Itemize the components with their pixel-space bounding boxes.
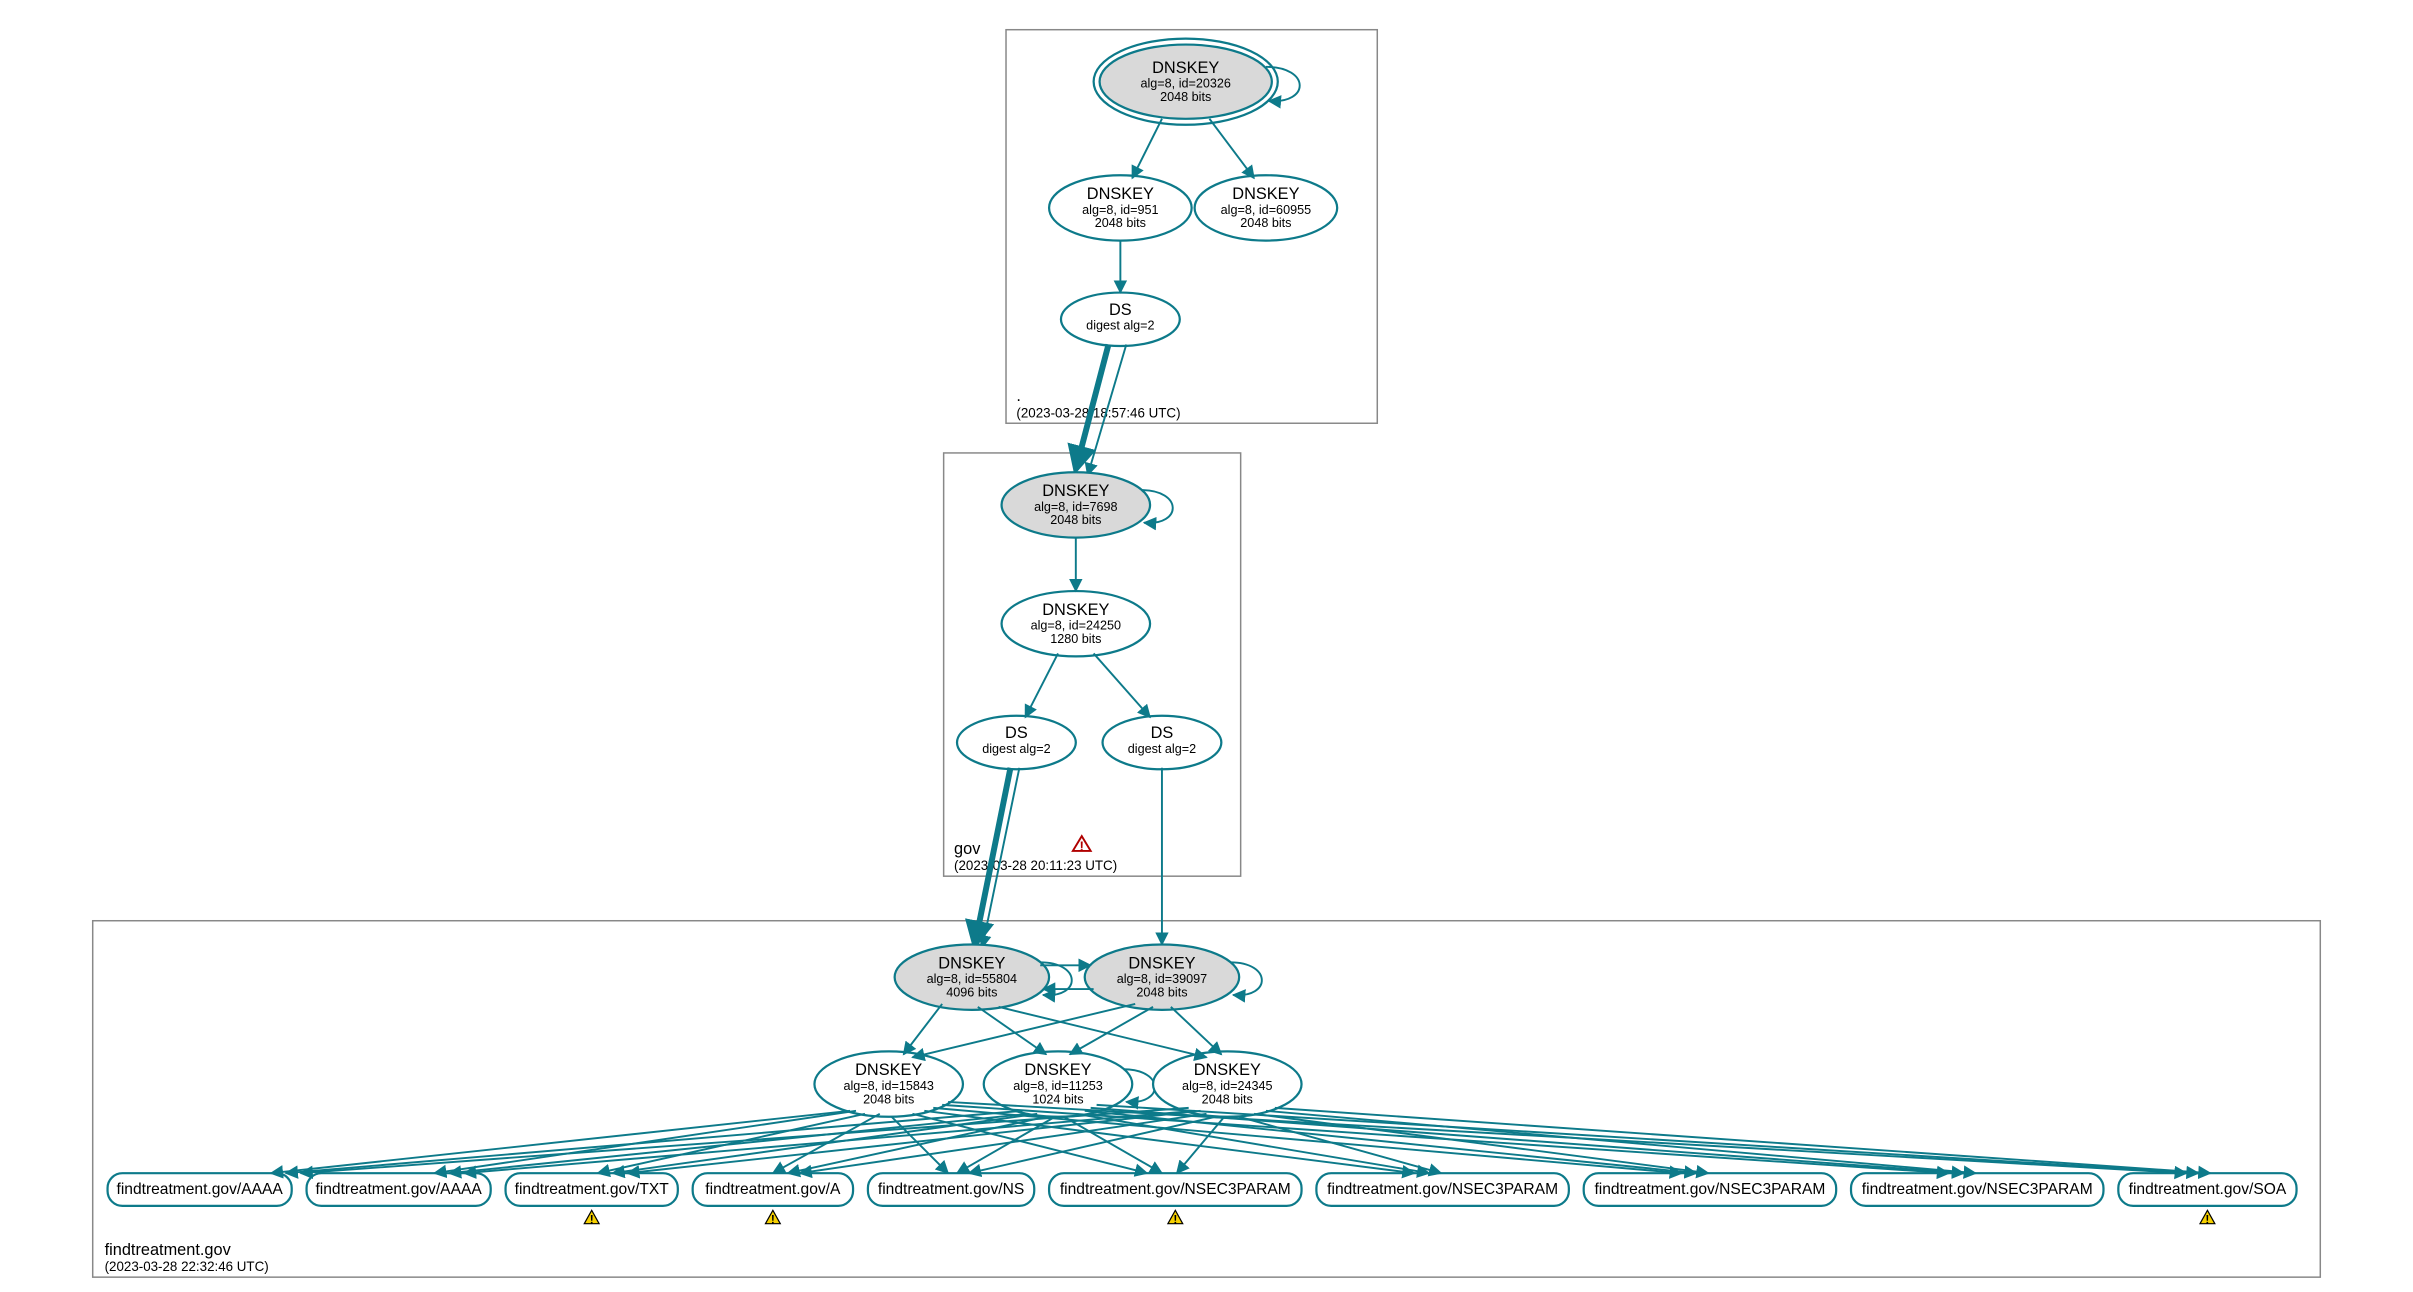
rrset-nsec3param-1: findtreatment.gov/NSEC3PARAM ! [1049, 1173, 1301, 1226]
warning-icon: ! [1168, 1210, 1183, 1226]
zone-findtreatment-timestamp: (2023-03-28 22:32:46 UTC) [105, 1259, 269, 1274]
svg-text:DNSKEY: DNSKEY [1232, 185, 1299, 203]
svg-text:1280 bits: 1280 bits [1050, 632, 1101, 646]
svg-text:!: ! [1173, 1213, 1177, 1227]
svg-text:digest alg=2: digest alg=2 [982, 742, 1050, 756]
zone-gov-label: gov [954, 840, 981, 858]
svg-text:digest alg=2: digest alg=2 [1086, 319, 1154, 333]
rrset-aaaa-2: findtreatment.gov/AAAA [307, 1173, 491, 1206]
svg-text:!: ! [1080, 839, 1084, 854]
node-gov-ds2: DS digest alg=2 [1103, 716, 1222, 769]
zone-root-label: . [1016, 387, 1021, 405]
node-root-zsk1: DNSKEY alg=8, id=951 2048 bits [1049, 175, 1192, 240]
svg-text:alg=8, id=20326: alg=8, id=20326 [1140, 77, 1230, 91]
rrset-nsec3param-2: findtreatment.gov/NSEC3PARAM [1316, 1173, 1568, 1206]
svg-text:findtreatment.gov/NSEC3PARAM: findtreatment.gov/NSEC3PARAM [1594, 1181, 1825, 1198]
svg-text:findtreatment.gov/TXT: findtreatment.gov/TXT [515, 1181, 670, 1198]
rrset-a: findtreatment.gov/A ! [693, 1173, 853, 1226]
gov-zone-error-icon: ! [1073, 836, 1091, 854]
svg-text:findtreatment.gov/NSEC3PARAM: findtreatment.gov/NSEC3PARAM [1862, 1181, 2093, 1198]
svg-text:alg=8, id=55804: alg=8, id=55804 [927, 972, 1017, 986]
warning-icon: ! [765, 1210, 780, 1226]
svg-text:alg=8, id=39097: alg=8, id=39097 [1117, 972, 1207, 986]
rrset-soa: findtreatment.gov/SOA ! [2118, 1173, 2296, 1226]
node-gov-ksk: DNSKEY alg=8, id=7698 2048 bits [1002, 472, 1173, 537]
svg-text:DNSKEY: DNSKEY [1024, 1061, 1091, 1079]
svg-text:alg=8, id=7698: alg=8, id=7698 [1034, 500, 1117, 514]
svg-text:2048 bits: 2048 bits [1202, 1092, 1253, 1106]
svg-text:alg=8, id=15843: alg=8, id=15843 [843, 1079, 933, 1093]
svg-text:DS: DS [1151, 724, 1174, 742]
svg-text:findtreatment.gov/A: findtreatment.gov/A [705, 1181, 841, 1198]
rrset-ns: findtreatment.gov/NS [868, 1173, 1034, 1206]
node-ft-zsk3: DNSKEY alg=8, id=24345 2048 bits [1153, 1051, 1302, 1116]
svg-text:findtreatment.gov/AAAA: findtreatment.gov/AAAA [116, 1181, 283, 1198]
svg-text:DS: DS [1005, 724, 1028, 742]
svg-text:DNSKEY: DNSKEY [1152, 59, 1219, 77]
svg-text:DNSKEY: DNSKEY [1087, 185, 1154, 203]
svg-text:1024 bits: 1024 bits [1032, 1092, 1083, 1106]
warning-icon: ! [2200, 1210, 2215, 1226]
warning-icon: ! [584, 1210, 599, 1226]
svg-text:digest alg=2: digest alg=2 [1128, 742, 1196, 756]
node-root-ksk: DNSKEY alg=8, id=20326 2048 bits [1094, 39, 1300, 125]
node-ft-ksk1: DNSKEY alg=8, id=55804 4096 bits [895, 944, 1072, 1009]
svg-text:alg=8, id=24345: alg=8, id=24345 [1182, 1079, 1272, 1093]
svg-text:DNSKEY: DNSKEY [1042, 482, 1109, 500]
node-ft-zsk1: DNSKEY alg=8, id=15843 2048 bits [814, 1051, 963, 1116]
svg-text:DNSKEY: DNSKEY [938, 954, 1005, 972]
svg-text:alg=8, id=951: alg=8, id=951 [1082, 203, 1158, 217]
svg-text:alg=8, id=11253: alg=8, id=11253 [1013, 1079, 1103, 1093]
svg-text:2048 bits: 2048 bits [1240, 216, 1291, 230]
svg-text:findtreatment.gov/NSEC3PARAM: findtreatment.gov/NSEC3PARAM [1060, 1181, 1291, 1198]
svg-text:DS: DS [1109, 301, 1132, 319]
node-gov-ds1: DS digest alg=2 [957, 716, 1076, 769]
svg-text:alg=8, id=60955: alg=8, id=60955 [1221, 203, 1311, 217]
zone-gov-timestamp: (2023-03-28 20:11:23 UTC) [954, 858, 1117, 873]
node-root-zsk2: DNSKEY alg=8, id=60955 2048 bits [1195, 175, 1338, 240]
svg-text:DNSKEY: DNSKEY [1128, 954, 1195, 972]
svg-text:2048 bits: 2048 bits [1050, 513, 1101, 527]
svg-text:alg=8, id=24250: alg=8, id=24250 [1031, 619, 1121, 633]
svg-text:DNSKEY: DNSKEY [1194, 1061, 1261, 1079]
node-root-ds: DS digest alg=2 [1061, 293, 1180, 346]
node-ft-ksk2: DNSKEY alg=8, id=39097 2048 bits [1085, 944, 1262, 1009]
rrset-nsec3param-3: findtreatment.gov/NSEC3PARAM [1584, 1173, 1836, 1206]
zone-root-timestamp: (2023-03-28 18:57:46 UTC) [1016, 405, 1180, 420]
node-gov-zsk: DNSKEY alg=8, id=24250 1280 bits [1002, 591, 1151, 656]
svg-text:!: ! [590, 1213, 594, 1227]
svg-text:!: ! [771, 1213, 775, 1227]
svg-text:2048 bits: 2048 bits [1095, 216, 1146, 230]
zone-findtreatment-label: findtreatment.gov [105, 1241, 232, 1259]
svg-text:!: ! [2205, 1213, 2209, 1227]
svg-text:DNSKEY: DNSKEY [1042, 601, 1109, 619]
svg-text:2048 bits: 2048 bits [863, 1092, 914, 1106]
svg-text:findtreatment.gov/AAAA: findtreatment.gov/AAAA [315, 1181, 482, 1198]
rrset-txt: findtreatment.gov/TXT ! [506, 1173, 678, 1226]
svg-text:findtreatment.gov/NSEC3PARAM: findtreatment.gov/NSEC3PARAM [1327, 1181, 1558, 1198]
dnssec-chain-diagram: . (2023-03-28 18:57:46 UTC) DNSKEY alg=8… [0, 0, 2413, 1292]
rrset-nsec3param-4: findtreatment.gov/NSEC3PARAM [1851, 1173, 2103, 1206]
svg-text:DNSKEY: DNSKEY [855, 1061, 922, 1079]
svg-text:findtreatment.gov/NS: findtreatment.gov/NS [878, 1181, 1024, 1198]
svg-text:findtreatment.gov/SOA: findtreatment.gov/SOA [2129, 1181, 2287, 1198]
svg-text:2048 bits: 2048 bits [1136, 985, 1187, 999]
svg-text:4096 bits: 4096 bits [946, 985, 997, 999]
rrset-aaaa-1: findtreatment.gov/AAAA [108, 1173, 292, 1206]
svg-text:2048 bits: 2048 bits [1160, 90, 1211, 104]
